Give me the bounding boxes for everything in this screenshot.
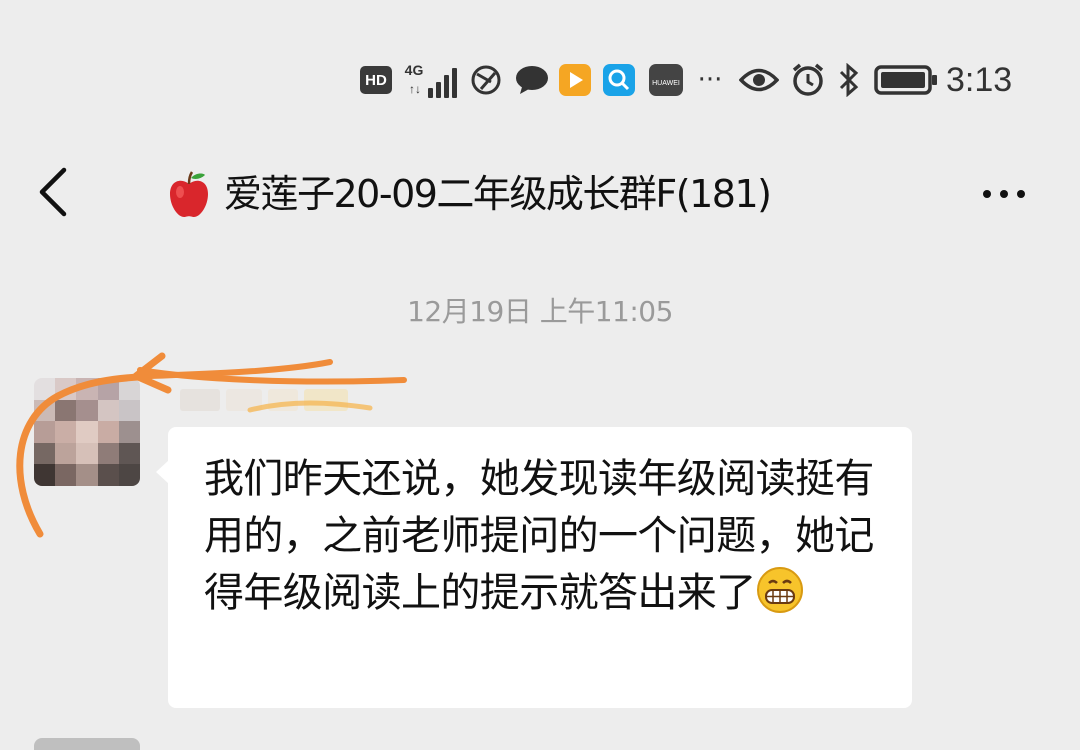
dot-icon: [1017, 190, 1025, 198]
signal-icon: [428, 64, 460, 98]
apple-icon: [164, 170, 214, 220]
search-app-icon: [602, 52, 636, 108]
dot-icon: [1000, 190, 1008, 198]
browser-icon: [470, 52, 502, 108]
sender-name-blurred: [180, 380, 370, 420]
message-bubble[interactable]: 我们昨天还说，她发现读年级阅读挺有用的，之前老师提问的一个问题，她记得年级阅读上…: [168, 427, 912, 708]
network-type-label: 4G: [404, 62, 424, 78]
avatar[interactable]: [34, 378, 140, 486]
eye-icon: [738, 52, 780, 108]
huawei-app-icon: HUAWEI: [648, 52, 684, 108]
more-options-button[interactable]: [974, 166, 1034, 222]
chat-title: 爱莲子20-09二年级成长群F(181): [224, 172, 772, 216]
grinning-face-emoji: [756, 566, 804, 614]
chat-header: 爱莲子20-09二年级成长群F(181): [0, 150, 1080, 238]
chevron-left-icon: [39, 167, 67, 217]
chat-bubble-icon: [514, 52, 550, 108]
bluetooth-icon: [836, 52, 862, 108]
next-message-avatar-edge: [34, 738, 140, 750]
hd-icon: HD: [360, 66, 392, 94]
alarm-icon: [790, 52, 826, 108]
more-dots-icon: ···: [697, 65, 723, 95]
back-button[interactable]: [30, 164, 80, 220]
dot-icon: [983, 190, 991, 198]
video-play-icon: [558, 52, 592, 108]
status-bar: HD 4G ↑↓ HUAWEI ··· 3:13: [0, 52, 1080, 108]
battery-icon: [874, 52, 938, 108]
message-timestamp: 12月19日 上午11:05: [407, 295, 673, 328]
data-arrows-icon: ↑↓: [409, 82, 421, 96]
svg-text:HUAWEI: HUAWEI: [652, 80, 680, 87]
status-time: 3:13: [946, 60, 1013, 99]
